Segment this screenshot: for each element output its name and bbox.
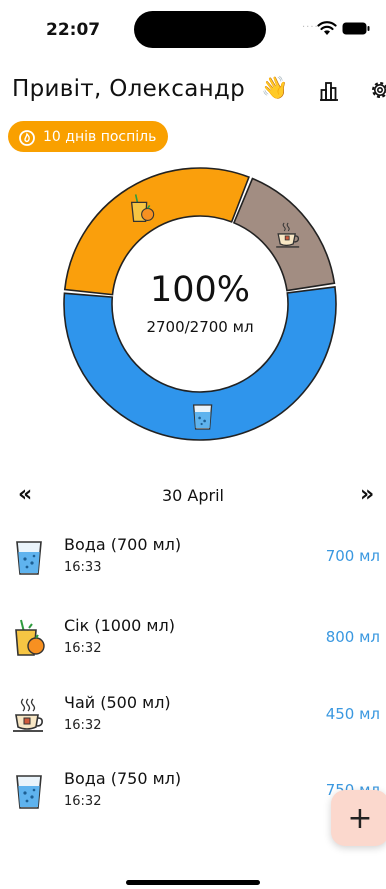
status-time: 22:07 [46, 20, 101, 40]
drink-name: Сік (1000 мл) [64, 616, 175, 635]
current-date: 30 April [161, 486, 224, 505]
drink-item[interactable]: Чай (500 мл) 16:32 450 мл [0, 693, 386, 753]
water-glass-icon [192, 404, 213, 430]
drink-time: 16:33 [64, 560, 102, 575]
progress-totals: 2700/2700 мл [146, 318, 254, 336]
drink-item[interactable]: Сік (1000 мл) 16:32 800 мл [0, 616, 386, 676]
status-bar: 22:07 ···· [0, 0, 386, 56]
water-glass-icon [16, 541, 42, 575]
tea-icon [13, 698, 43, 732]
streak-badge[interactable]: 10 днів поспіль [8, 121, 169, 152]
stats-icon[interactable] [318, 80, 340, 102]
next-day-button[interactable]: » [360, 482, 374, 507]
flame-icon [19, 129, 35, 146]
home-indicator [126, 880, 260, 885]
wifi-icon [317, 21, 337, 35]
drink-name: Вода (700 мл) [64, 535, 182, 554]
donut-center: 100% 2700/2700 мл [100, 270, 300, 336]
greeting-title: Привіт, Олександр [12, 76, 246, 102]
drink-time: 16:32 [64, 641, 102, 656]
drink-amount: 700 мл [325, 547, 380, 565]
progress-percent: 100% [149, 270, 251, 310]
drink-item[interactable]: Вода (700 мл) 16:33 700 мл [0, 535, 386, 595]
drink-item[interactable]: Вода (750 мл) 16:32 750 мл [0, 769, 386, 829]
gear-icon[interactable] [368, 78, 386, 102]
drink-name: Вода (750 мл) [64, 769, 182, 788]
add-drink-button[interactable]: + [331, 790, 386, 846]
waving-hand-icon: 👋 [261, 76, 289, 101]
date-navigation: « 30 April » [0, 482, 386, 512]
water-glass-icon [16, 775, 42, 809]
juice-icon [15, 619, 45, 656]
plus-icon: + [347, 800, 373, 836]
streak-label: 10 днів поспіль [43, 128, 157, 145]
drink-name: Чай (500 мл) [64, 693, 171, 712]
drink-time: 16:32 [64, 718, 102, 733]
drink-time: 16:32 [64, 794, 102, 809]
battery-icon [342, 22, 370, 35]
drink-amount: 800 мл [325, 628, 380, 646]
dynamic-island [134, 11, 266, 48]
drink-amount: 450 мл [325, 705, 380, 723]
